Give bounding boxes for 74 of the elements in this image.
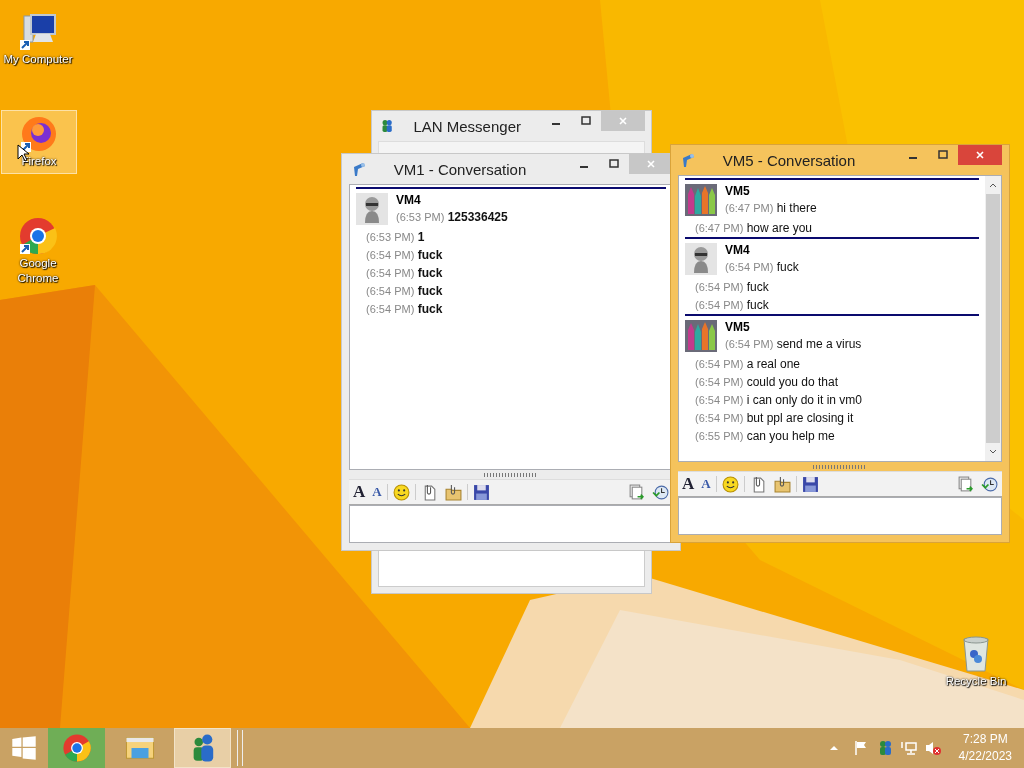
chat-message: (6:54 PM) fuck bbox=[694, 297, 770, 314]
minimize-icon bbox=[552, 123, 560, 125]
flag-icon[interactable] bbox=[852, 740, 869, 756]
emoticon-button[interactable] bbox=[719, 473, 741, 495]
desktop-icon[interactable]: Google Chrome bbox=[0, 212, 76, 291]
font-color-button[interactable]: A bbox=[699, 473, 713, 495]
chat-message: (6:53 PM) 125336425 bbox=[396, 209, 508, 226]
font-button[interactable]: A bbox=[680, 473, 697, 495]
maximize-icon bbox=[609, 159, 619, 169]
maximize-icon bbox=[581, 116, 591, 126]
smiley-icon bbox=[721, 475, 739, 493]
maximize-icon bbox=[938, 150, 948, 160]
firefox-icon bbox=[19, 114, 59, 154]
avatar bbox=[685, 320, 717, 352]
font-button[interactable]: A bbox=[351, 481, 368, 503]
muted-volume-icon[interactable] bbox=[924, 740, 941, 756]
messenger-icon bbox=[351, 161, 367, 177]
messenger-taskbar-button[interactable] bbox=[174, 728, 231, 768]
chat-message: (6:53 PM) 1 bbox=[365, 229, 426, 246]
chat-message: (6:54 PM) a real one bbox=[694, 356, 801, 373]
message-field[interactable] bbox=[378, 549, 645, 587]
font-color-button[interactable]: A bbox=[370, 481, 384, 503]
minimize-icon bbox=[909, 157, 917, 159]
sender-name: VM5 bbox=[725, 320, 751, 335]
transfers-button[interactable] bbox=[626, 481, 647, 503]
sender-name: VM4 bbox=[725, 243, 751, 258]
chrome-taskbar-button[interactable] bbox=[48, 728, 105, 768]
message-field[interactable] bbox=[678, 497, 1002, 535]
sender-name: VM5 bbox=[725, 184, 751, 199]
message-field[interactable] bbox=[349, 505, 673, 543]
history-icon bbox=[981, 475, 998, 493]
chat-message: (6:54 PM) could you do that bbox=[694, 374, 840, 391]
paperclip-folder-icon bbox=[773, 475, 791, 493]
chat-message: (6:54 PM) fuck bbox=[365, 265, 444, 282]
history-icon bbox=[652, 483, 669, 501]
chat-message: (6:54 PM) fuck bbox=[725, 259, 799, 276]
chat-message: (6:54 PM) fuck bbox=[694, 279, 770, 296]
smiley-icon bbox=[392, 483, 410, 501]
emoticon-button[interactable] bbox=[390, 481, 412, 503]
show-hidden-icons-icon[interactable] bbox=[828, 745, 839, 751]
avatar bbox=[685, 184, 717, 216]
sender-name: VM4 bbox=[396, 193, 422, 208]
messenger-icon bbox=[380, 118, 394, 134]
chat-message: (6:54 PM) but ppl are closing it bbox=[694, 410, 855, 427]
chat-message: (6:54 PM) fuck bbox=[365, 247, 444, 264]
chat-message: (6:54 PM) fuck bbox=[365, 283, 444, 300]
chat-message: (6:47 PM) how are you bbox=[694, 220, 813, 237]
windows-logo-icon bbox=[11, 735, 37, 761]
close-icon bbox=[975, 150, 985, 160]
window-title: VM5 - Conversation bbox=[721, 151, 857, 169]
chrome-icon bbox=[18, 216, 58, 256]
computer-icon bbox=[18, 12, 58, 52]
window-title: LAN Messenger bbox=[412, 117, 522, 135]
close-icon bbox=[618, 116, 628, 126]
window-title: VM1 - Conversation bbox=[392, 160, 528, 178]
chat-message: (6:54 PM) fuck bbox=[365, 301, 444, 318]
desktop-icon[interactable]: Firefox bbox=[1, 110, 77, 174]
minimize-icon bbox=[580, 166, 588, 168]
paperclip-folder-icon bbox=[444, 483, 462, 501]
transfers-button[interactable] bbox=[955, 473, 976, 495]
scrollbar[interactable] bbox=[985, 176, 1001, 461]
close-icon bbox=[646, 159, 656, 169]
chat-message: (6:54 PM) i can only do it in vm0 bbox=[694, 392, 864, 409]
scroll-down-icon[interactable] bbox=[988, 449, 998, 455]
avatar bbox=[356, 193, 388, 225]
chat-message: (6:54 PM) send me a virus bbox=[725, 336, 862, 353]
desktop-icon[interactable]: My Computer bbox=[0, 8, 76, 72]
messenger-icon bbox=[680, 152, 696, 168]
scroll-up-icon[interactable] bbox=[988, 182, 998, 188]
chat-message: (6:55 PM) can you help me bbox=[694, 428, 836, 445]
close-button[interactable] bbox=[958, 145, 1002, 165]
chat-message: (6:47 PM) hi there bbox=[725, 200, 817, 217]
avatar bbox=[685, 243, 717, 275]
clock[interactable]: 7:28 PM 4/22/2023 bbox=[944, 731, 1024, 765]
